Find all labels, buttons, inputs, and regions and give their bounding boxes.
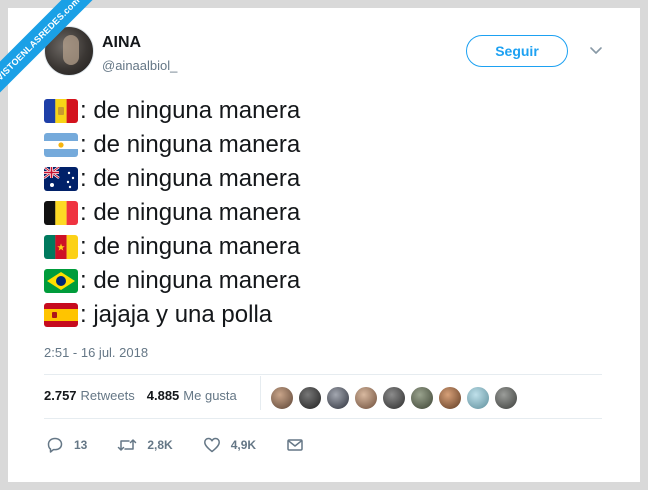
belgium-flag-icon	[44, 201, 78, 225]
tweet-line-text: : de ninguna manera	[80, 267, 301, 294]
chevron-down-icon[interactable]	[588, 42, 604, 58]
tweet-text: : de ninguna manera : de ninguna manera	[44, 94, 300, 332]
watermark-text: VISTOENLASREDES.com	[0, 0, 103, 104]
likes-count: 4.885	[146, 388, 180, 403]
liker-avatar[interactable]	[410, 386, 434, 410]
divider	[44, 374, 602, 375]
liker-avatar[interactable]	[382, 386, 406, 410]
liker-avatar[interactable]	[354, 386, 378, 410]
retweets-count: 2.757	[44, 388, 77, 403]
liker-avatar[interactable]	[326, 386, 350, 410]
divider	[44, 418, 602, 419]
tweet-line: : de ninguna manera	[44, 196, 300, 230]
retweets-label: Retweets	[80, 388, 135, 403]
watermark-ribbon: VISTOENLASREDES.com	[0, 0, 110, 110]
tweet-line: : jajaja y una polla	[44, 298, 300, 332]
like-button[interactable]: 4,9K	[203, 436, 256, 454]
tweet-line: : de ninguna manera	[44, 128, 300, 162]
liker-avatars	[270, 386, 522, 410]
spain-flag-icon	[44, 303, 78, 327]
argentina-flag-icon	[44, 133, 78, 157]
tweet-line: : de ninguna manera	[44, 264, 300, 298]
user-handle[interactable]: @ainaalbiol_	[102, 58, 177, 73]
tweet-line-text: : de ninguna manera	[80, 131, 301, 158]
liker-avatar[interactable]	[298, 386, 322, 410]
liker-avatar[interactable]	[494, 386, 518, 410]
liker-avatar[interactable]	[466, 386, 490, 410]
likes-label: Me gusta	[183, 388, 237, 403]
cameroon-flag-icon	[44, 235, 78, 259]
tweet-line: : de ninguna manera	[44, 162, 300, 196]
reply-count: 13	[74, 438, 88, 452]
like-count: 4,9K	[230, 438, 257, 452]
liker-avatar[interactable]	[438, 386, 462, 410]
tweet-actions: 13 2,8K 4,9K	[46, 436, 344, 454]
australia-flag-icon	[44, 167, 78, 191]
reply-button[interactable]: 13	[46, 436, 87, 454]
likes-stat[interactable]: 4.885 Me gusta	[147, 388, 237, 403]
tweet-line-text: : de ninguna manera	[80, 233, 301, 260]
tweet-line-text: : de ninguna manera	[80, 165, 301, 192]
tweet-line-text: : jajaja y una polla	[80, 301, 273, 328]
reply-icon	[47, 437, 63, 453]
tweet-timestamp[interactable]: 2:51 - 16 jul. 2018	[44, 345, 148, 360]
brazil-flag-icon	[44, 269, 78, 293]
heart-icon	[203, 437, 220, 453]
retweet-count: 2,8K	[147, 438, 173, 452]
retweet-icon	[118, 439, 137, 451]
follow-button[interactable]: Seguir	[466, 35, 568, 67]
direct-message-button[interactable]	[286, 436, 314, 454]
tweet-line-text: : de ninguna manera	[80, 97, 301, 124]
tweet-line: : de ninguna manera	[44, 230, 300, 264]
divider	[260, 376, 261, 410]
engagement-stats: 2.757 Retweets 4.885 Me gusta	[44, 388, 249, 403]
retweet-button[interactable]: 2,8K	[117, 436, 173, 454]
tweet-line-text: : de ninguna manera	[80, 199, 301, 226]
envelope-icon	[287, 439, 303, 451]
retweets-stat[interactable]: 2.757 Retweets	[44, 388, 135, 403]
liker-avatar[interactable]	[270, 386, 294, 410]
